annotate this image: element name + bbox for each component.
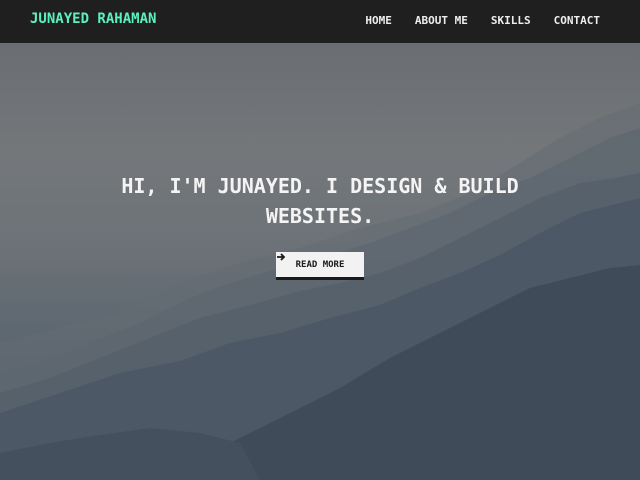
brand-logo[interactable]: JUNAYED RAHAMAN bbox=[30, 11, 156, 27]
read-more-button[interactable]: READ MORE bbox=[276, 252, 364, 280]
nav-link-skills[interactable]: SKILLS bbox=[491, 14, 531, 27]
nav-link-home[interactable]: HOME bbox=[365, 14, 392, 27]
hero-headline: HI, I'M JUNAYED. I DESIGN & BUILD WEBSIT… bbox=[121, 174, 519, 228]
nav-link-contact[interactable]: CONTACT bbox=[554, 14, 600, 27]
arrow-right-icon bbox=[277, 253, 286, 261]
top-navbar: JUNAYED RAHAMAN HOME ABOUT ME SKILLS CON… bbox=[0, 0, 640, 43]
nav-links: HOME ABOUT ME SKILLS CONTACT bbox=[342, 14, 600, 27]
hero-section: HI, I'M JUNAYED. I DESIGN & BUILD WEBSIT… bbox=[0, 43, 640, 480]
read-more-label: READ MORE bbox=[295, 259, 345, 270]
nav-link-about-me[interactable]: ABOUT ME bbox=[415, 14, 468, 27]
